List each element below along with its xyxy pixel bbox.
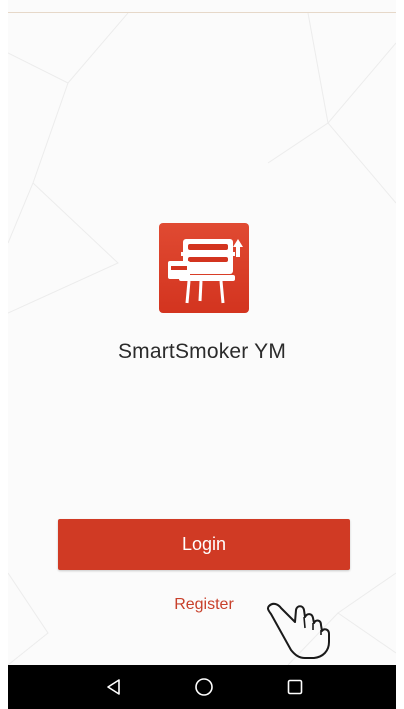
tap-hand-icon xyxy=(266,602,330,659)
system-navigation-bar xyxy=(8,665,396,709)
right-frame xyxy=(396,0,404,709)
app-title: SmartSmoker YM xyxy=(117,340,287,363)
left-frame xyxy=(0,0,8,709)
home-circle-icon xyxy=(195,678,213,696)
login-button[interactable]: Login xyxy=(58,519,350,570)
recents-button[interactable] xyxy=(265,665,325,709)
login-screen: SmartSmoker YM Login Register xyxy=(0,0,404,709)
app-logo xyxy=(159,223,249,313)
back-triangle-icon xyxy=(107,679,120,695)
smoker-grill-icon xyxy=(168,239,243,304)
back-button[interactable] xyxy=(84,665,144,709)
register-link[interactable]: Register xyxy=(160,596,248,620)
home-button[interactable] xyxy=(174,665,234,709)
recents-square-icon xyxy=(287,679,303,695)
